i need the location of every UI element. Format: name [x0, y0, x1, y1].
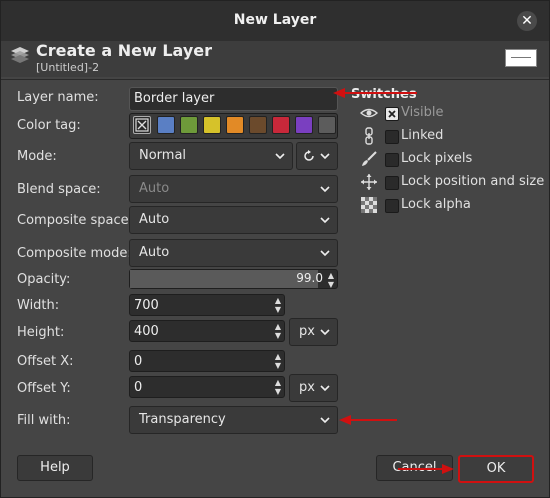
- dialog-header: Create a New Layer [Untitled]-2: [1, 41, 549, 77]
- title-bar: New Layer ✕: [1, 1, 549, 42]
- blend-space-label: Blend space:: [17, 182, 101, 197]
- color-tag-swatch[interactable]: [226, 116, 244, 134]
- blend-space-select[interactable]: Auto: [129, 175, 338, 203]
- chevron-down-icon: [320, 217, 330, 224]
- header-subtitle: [Untitled]-2: [36, 61, 100, 74]
- divider: [1, 79, 549, 80]
- chevron-down-icon: [320, 186, 330, 193]
- offset-x-input[interactable]: 0 ▲ ▼: [129, 350, 285, 372]
- chevron-down-icon: [320, 250, 330, 257]
- opacity-slider[interactable]: 99.0 ▲ ▼: [129, 269, 338, 289]
- height-value: 400: [134, 324, 159, 339]
- lock-pixels-label: Lock pixels: [401, 151, 473, 166]
- color-tag-none[interactable]: [133, 116, 151, 134]
- width-input[interactable]: 700 ▲ ▼: [129, 294, 285, 316]
- image-thumbnail: [505, 49, 537, 67]
- spin-arrows-icon[interactable]: ▲ ▼: [275, 322, 281, 340]
- composite-mode-select[interactable]: Auto: [129, 239, 338, 267]
- lock-position-checkbox[interactable]: [385, 176, 399, 190]
- blend-space-value: Auto: [139, 181, 170, 196]
- size-unit-select[interactable]: px: [289, 318, 338, 346]
- composite-space-label: Composite space:: [17, 213, 134, 228]
- chevron-down-icon: [320, 417, 330, 424]
- lock-alpha-label: Lock alpha: [401, 197, 471, 212]
- mode-select[interactable]: Normal: [129, 142, 293, 170]
- color-tag-swatch[interactable]: [157, 116, 175, 134]
- layer-name-value: Border layer: [134, 91, 215, 106]
- composite-space-select[interactable]: Auto: [129, 206, 338, 234]
- brush-icon: [362, 151, 377, 166]
- offset-unit-value: px: [299, 380, 315, 395]
- annotation-arrow: [398, 464, 454, 474]
- mode-label: Mode:: [17, 149, 57, 164]
- fill-with-label: Fill with:: [17, 413, 71, 428]
- spin-arrows-icon[interactable]: ▲ ▼: [275, 352, 281, 370]
- checkerboard-icon: [361, 197, 377, 213]
- mode-switch-button[interactable]: [296, 142, 338, 170]
- offset-unit-select[interactable]: px: [289, 374, 338, 402]
- close-icon[interactable]: ✕: [517, 11, 537, 31]
- new-layer-dialog: New Layer ✕ Create a New Layer [Untitled…: [0, 0, 550, 498]
- fill-with-value: Transparency: [139, 412, 226, 427]
- offset-x-label: Offset X:: [17, 354, 74, 369]
- eye-icon: [360, 108, 378, 118]
- lock-position-label: Lock position and size: [401, 174, 545, 189]
- layer-name-label: Layer name:: [17, 90, 99, 105]
- chevron-down-icon: [320, 385, 330, 392]
- size-unit-value: px: [299, 324, 315, 339]
- color-tag-swatch[interactable]: [249, 116, 267, 134]
- annotation-arrow: [339, 415, 397, 425]
- width-value: 700: [134, 298, 159, 313]
- spin-arrows-icon[interactable]: ▲ ▼: [275, 296, 281, 314]
- height-input[interactable]: 400 ▲ ▼: [129, 320, 285, 342]
- header-title: Create a New Layer: [36, 41, 212, 60]
- opacity-label: Opacity:: [17, 272, 71, 287]
- layer-name-input[interactable]: Border layer: [129, 87, 338, 111]
- color-tag-swatch[interactable]: [295, 116, 313, 134]
- color-tag-swatch[interactable]: [180, 116, 198, 134]
- spin-arrows-icon[interactable]: ▲ ▼: [328, 271, 334, 289]
- opacity-fill: [130, 270, 319, 288]
- color-tag-swatch[interactable]: [203, 116, 221, 134]
- help-button[interactable]: Help: [17, 455, 93, 481]
- lock-alpha-checkbox[interactable]: [385, 199, 399, 213]
- offset-x-value: 0: [134, 354, 143, 369]
- color-tag-swatch[interactable]: [272, 116, 290, 134]
- layers-icon: [11, 47, 29, 63]
- composite-space-value: Auto: [139, 212, 170, 227]
- chevron-down-icon: [320, 153, 330, 160]
- visible-checkbox[interactable]: [385, 107, 399, 121]
- color-tag-swatch[interactable]: [318, 116, 336, 134]
- chevron-down-icon: [320, 329, 330, 336]
- linked-label: Linked: [401, 128, 444, 143]
- composite-mode-label: Composite mode:: [17, 246, 132, 261]
- offset-y-value: 0: [134, 380, 143, 395]
- width-label: Width:: [17, 298, 60, 313]
- visible-label: Visible: [401, 105, 444, 120]
- window-title: New Layer: [233, 12, 317, 28]
- composite-mode-value: Auto: [139, 245, 170, 260]
- lock-pixels-checkbox[interactable]: [385, 153, 399, 167]
- offset-y-input[interactable]: 0 ▲ ▼: [129, 376, 285, 398]
- mode-value: Normal: [139, 148, 187, 163]
- chain-icon: [365, 127, 373, 145]
- chevron-down-icon: [275, 153, 285, 160]
- fill-with-select[interactable]: Transparency: [129, 406, 338, 434]
- color-tag-label: Color tag:: [17, 118, 81, 133]
- spin-arrows-icon[interactable]: ▲ ▼: [275, 378, 281, 396]
- ok-button[interactable]: OK: [458, 455, 534, 483]
- offset-y-label: Offset Y:: [17, 381, 71, 396]
- refresh-icon: [304, 150, 314, 161]
- linked-checkbox[interactable]: [385, 130, 399, 144]
- opacity-value: 99.0: [296, 271, 323, 285]
- move-icon: [361, 174, 377, 190]
- height-label: Height:: [17, 325, 65, 340]
- annotation-arrow: [333, 88, 417, 98]
